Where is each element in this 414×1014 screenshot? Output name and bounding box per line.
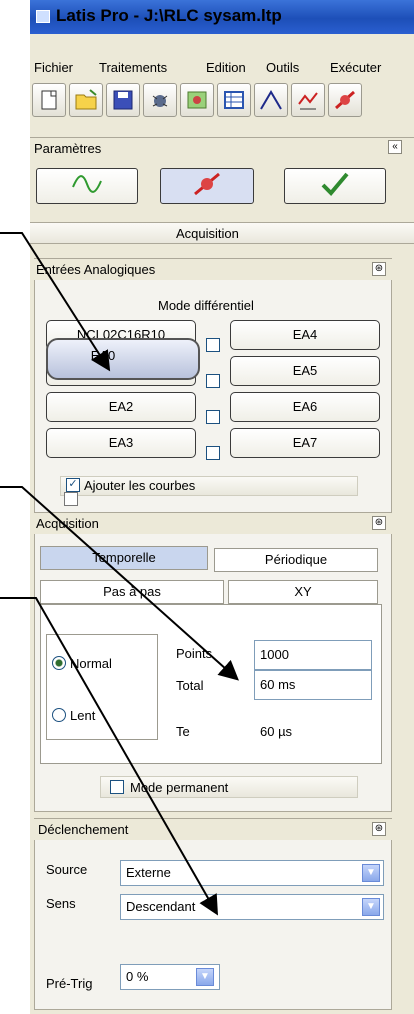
arrow-to-ea0 (0, 232, 111, 372)
arrow-to-sens (0, 597, 218, 916)
annotation-arrows (0, 232, 239, 916)
arrow-to-points (0, 486, 239, 681)
